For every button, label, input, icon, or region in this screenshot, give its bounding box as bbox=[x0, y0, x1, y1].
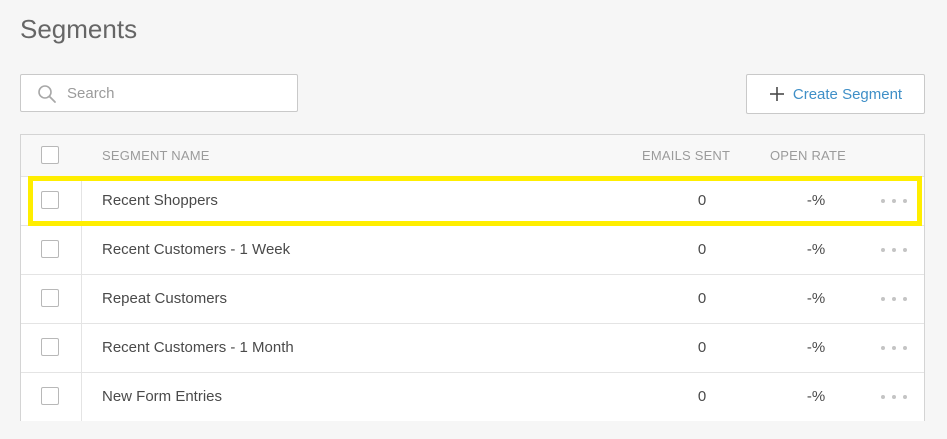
table-row[interactable]: Recent Customers - 1 Week 0 -% bbox=[21, 225, 924, 274]
segment-name-link[interactable]: Recent Shoppers bbox=[102, 177, 218, 225]
more-horizontal-icon[interactable] bbox=[879, 293, 909, 305]
row-check-cell bbox=[21, 373, 82, 421]
create-segment-button[interactable]: Create Segment bbox=[746, 74, 925, 114]
more-horizontal-icon[interactable] bbox=[879, 342, 909, 354]
open-rate-value: -% bbox=[806, 241, 826, 258]
more-horizontal-icon[interactable] bbox=[879, 391, 909, 403]
open-rate-value: -% bbox=[806, 290, 826, 307]
search-input[interactable] bbox=[67, 75, 287, 111]
row-check-cell bbox=[21, 275, 82, 323]
more-horizontal-icon[interactable] bbox=[879, 244, 909, 256]
emails-sent-value: 0 bbox=[697, 290, 707, 307]
page-title: Segments bbox=[20, 14, 138, 44]
table-row[interactable]: Recent Customers - 1 Month 0 -% bbox=[21, 323, 924, 372]
row-check-cell bbox=[21, 226, 82, 274]
segment-name-link[interactable]: New Form Entries bbox=[102, 373, 222, 421]
row-checkbox[interactable] bbox=[41, 338, 59, 356]
emails-sent-value: 0 bbox=[697, 388, 707, 405]
segment-name-link[interactable]: Repeat Customers bbox=[102, 275, 227, 323]
row-check-cell bbox=[21, 324, 82, 372]
plus-icon bbox=[769, 87, 784, 101]
segment-name-link[interactable]: Recent Customers - 1 Month bbox=[102, 324, 294, 372]
row-checkbox[interactable] bbox=[41, 240, 59, 258]
segments-table: SEGMENT NAME EMAILS SENT OPEN RATE Recen… bbox=[20, 134, 925, 421]
create-segment-label: Create Segment bbox=[792, 85, 903, 103]
column-header-segment-name[interactable]: SEGMENT NAME bbox=[102, 135, 210, 176]
table-row[interactable]: Recent Shoppers 0 -% bbox=[21, 176, 924, 225]
segment-name-link[interactable]: Recent Customers - 1 Week bbox=[102, 226, 290, 274]
open-rate-value: -% bbox=[806, 192, 826, 209]
emails-sent-value: 0 bbox=[697, 241, 707, 258]
select-all-checkbox[interactable] bbox=[41, 146, 59, 164]
row-check-cell bbox=[21, 177, 82, 225]
column-header-emails-sent[interactable]: EMAILS SENT bbox=[642, 135, 730, 176]
table-row[interactable]: New Form Entries 0 -% bbox=[21, 372, 924, 421]
open-rate-value: -% bbox=[806, 339, 826, 356]
column-header-open-rate[interactable]: OPEN RATE bbox=[770, 135, 846, 176]
table-row[interactable]: Repeat Customers 0 -% bbox=[21, 274, 924, 323]
search-box[interactable] bbox=[20, 74, 298, 112]
emails-sent-value: 0 bbox=[697, 339, 707, 356]
row-checkbox[interactable] bbox=[41, 191, 59, 209]
header-check-cell bbox=[21, 135, 82, 176]
row-checkbox[interactable] bbox=[41, 387, 59, 405]
emails-sent-value: 0 bbox=[697, 192, 707, 209]
more-horizontal-icon[interactable] bbox=[879, 195, 909, 207]
row-checkbox[interactable] bbox=[41, 289, 59, 307]
table-header: SEGMENT NAME EMAILS SENT OPEN RATE bbox=[21, 135, 924, 176]
open-rate-value: -% bbox=[806, 388, 826, 405]
search-icon bbox=[38, 85, 56, 103]
